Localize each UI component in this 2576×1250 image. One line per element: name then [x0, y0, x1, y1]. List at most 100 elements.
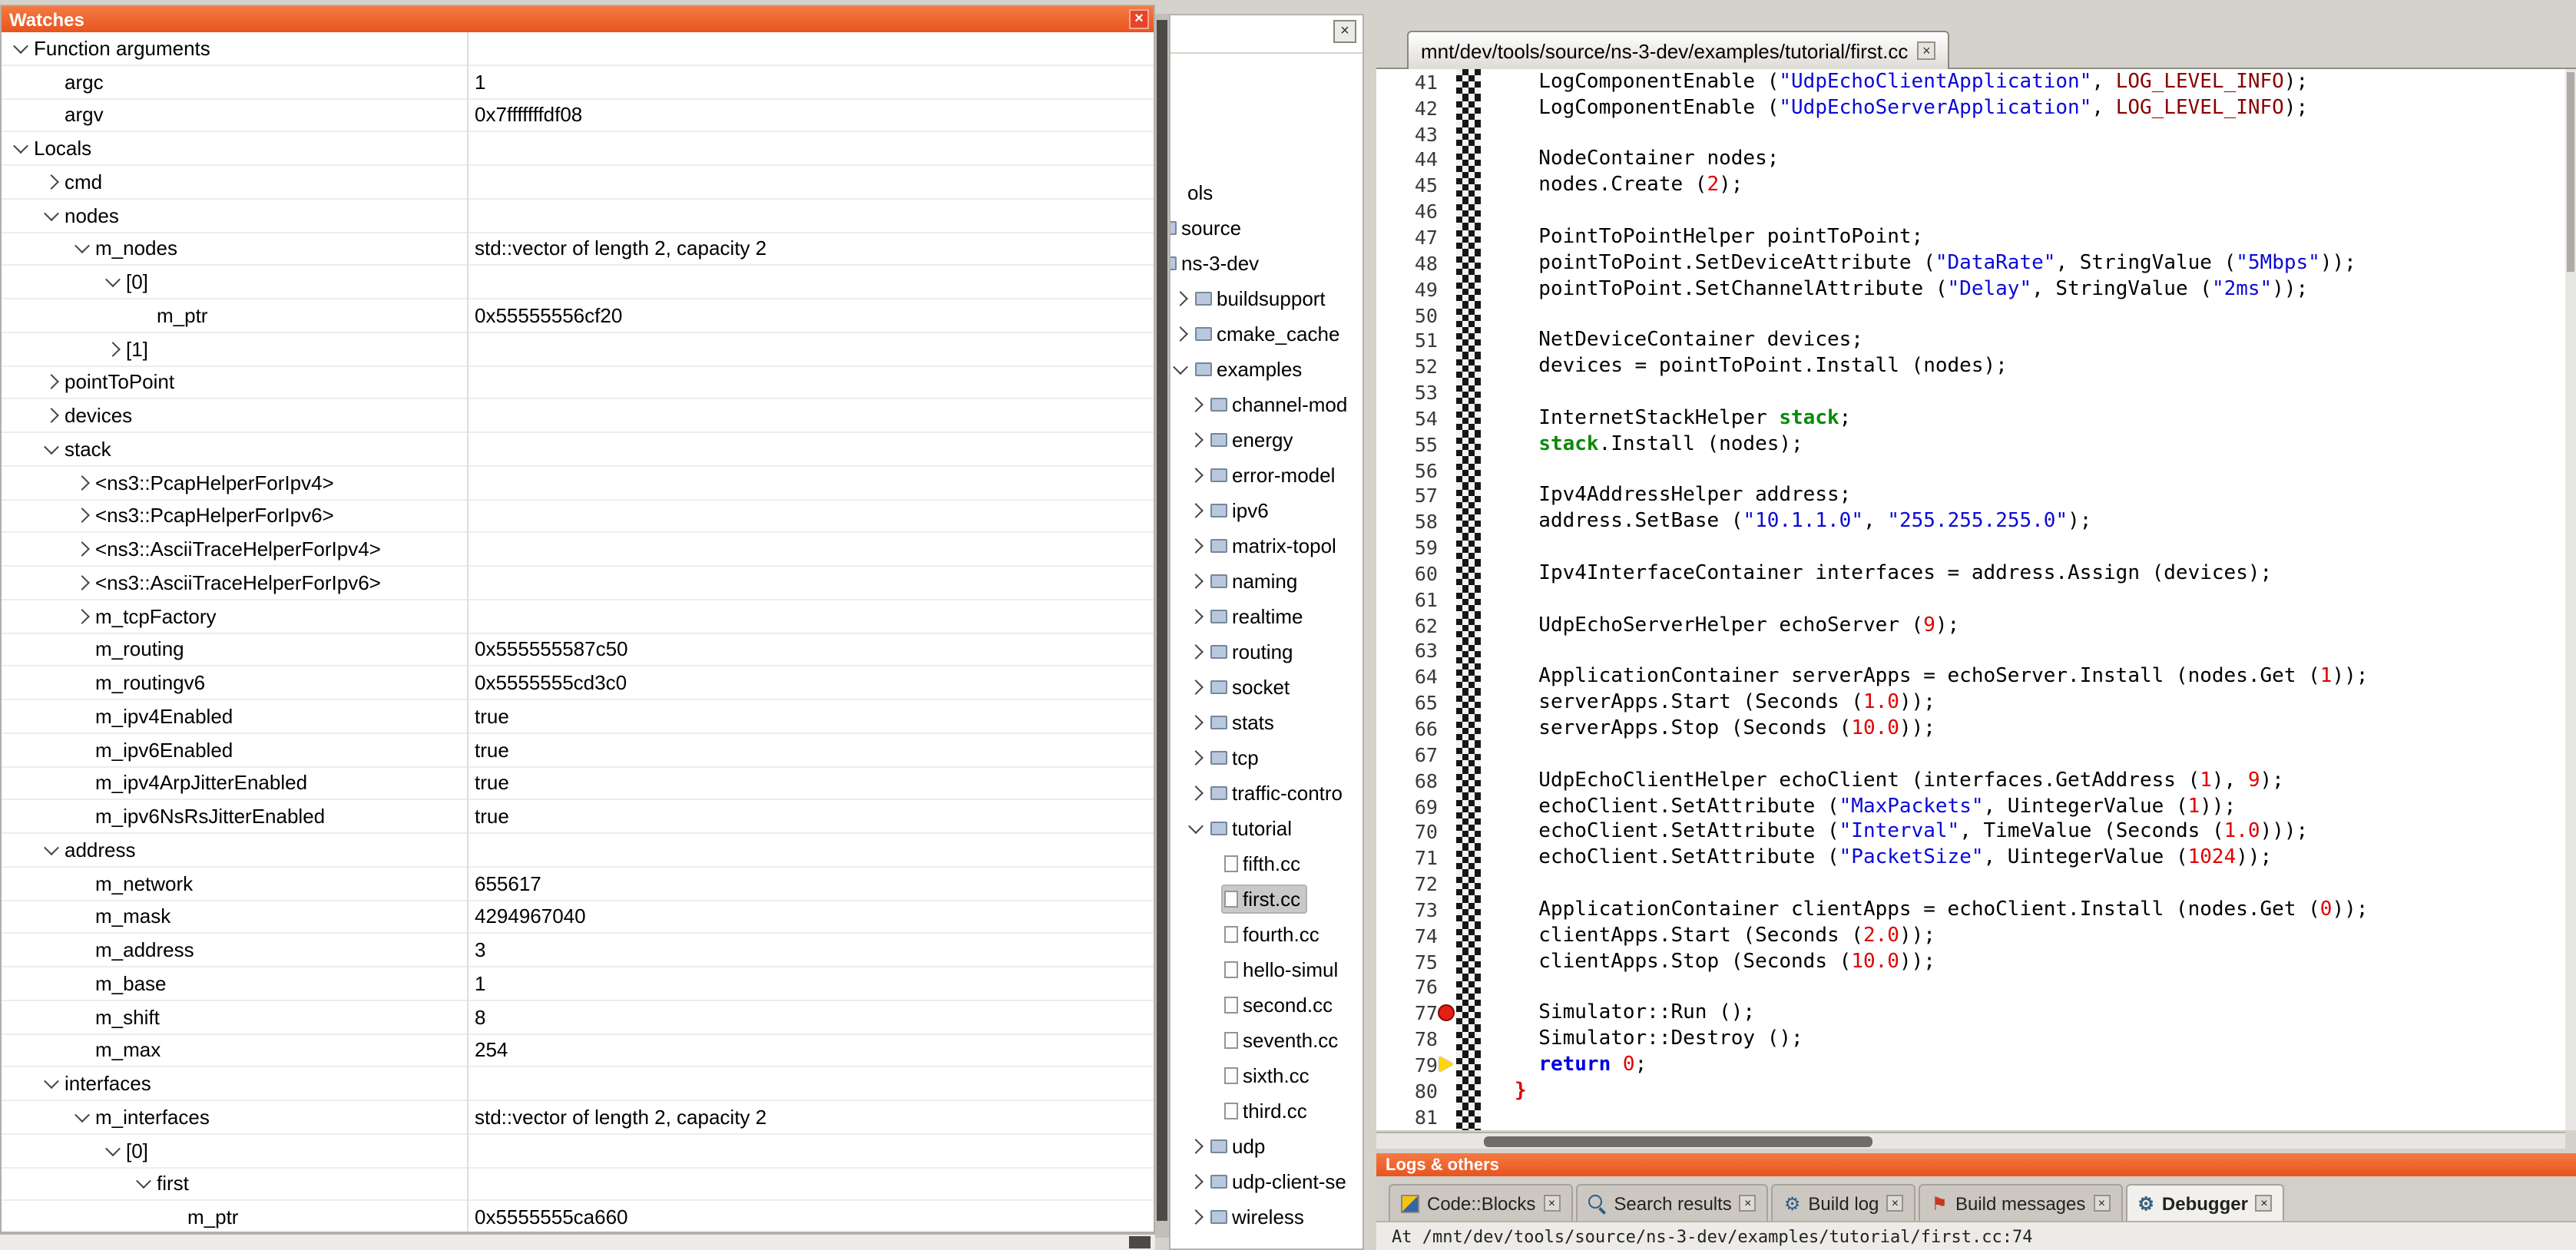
breakpoint-margin[interactable]	[1456, 1104, 1481, 1130]
code-text[interactable]: serverApps.Start (Seconds (1.0));	[1481, 691, 1935, 714]
expander-icon[interactable]	[72, 544, 91, 554]
expander-icon[interactable]	[41, 1078, 60, 1089]
watch-row[interactable]: m_tcpFactory	[2, 600, 1154, 634]
expander-icon[interactable]	[41, 177, 60, 187]
tree-item[interactable]: energy	[1170, 422, 1362, 458]
expander-icon[interactable]	[41, 377, 60, 388]
expander-icon[interactable]	[72, 243, 91, 254]
watch-row[interactable]: m_ptr0x55555556cf20	[2, 299, 1154, 333]
expander-icon[interactable]	[1186, 682, 1204, 693]
code-text[interactable]: serverApps.Stop (Seconds (10.0));	[1481, 717, 1935, 740]
breakpoint-margin[interactable]	[1456, 1000, 1481, 1027]
breakpoint-margin[interactable]	[1456, 509, 1481, 535]
breakpoint-margin[interactable]	[1456, 871, 1481, 897]
tree-item[interactable]: socket	[1170, 670, 1362, 705]
breakpoint-margin[interactable]	[1456, 354, 1481, 380]
code-text[interactable]: return 0;	[1481, 1053, 1647, 1076]
watch-row[interactable]: address	[2, 834, 1154, 868]
breakpoint-margin[interactable]	[1456, 95, 1481, 121]
watch-row[interactable]: m_ptr0x5555555ca660	[2, 1202, 1154, 1232]
code-text[interactable]: Ipv4AddressHelper address;	[1481, 484, 1851, 508]
code-text[interactable]: echoClient.SetAttribute ("PacketSize", U…	[1481, 846, 2272, 869]
expander-icon[interactable]	[41, 444, 60, 455]
watch-row[interactable]: m_max254	[2, 1034, 1154, 1068]
watch-row[interactable]: Function arguments	[2, 32, 1154, 66]
breakpoint-margin[interactable]	[1456, 793, 1481, 819]
expander-icon[interactable]	[11, 43, 29, 54]
expander-icon[interactable]	[72, 577, 91, 588]
expander-icon[interactable]	[11, 143, 29, 154]
tree-item[interactable]: traffic-contro	[1170, 775, 1362, 811]
breakpoint-margin[interactable]	[1456, 483, 1481, 509]
tree-item[interactable]: tutorial	[1170, 811, 1362, 846]
code-text[interactable]: pointToPoint.SetDeviceAttribute ("DataRa…	[1481, 252, 2356, 275]
watch-row[interactable]: m_ipv6Enabledtrue	[2, 734, 1154, 768]
code-text[interactable]: echoClient.SetAttribute ("Interval", Tim…	[1481, 821, 2308, 844]
expander-icon[interactable]	[72, 1112, 91, 1123]
close-icon[interactable]: ×	[1543, 1195, 1560, 1212]
code-text[interactable]: UdpEchoClientHelper echoClient (interfac…	[1481, 769, 2284, 792]
breakpoint-margin[interactable]	[1456, 147, 1481, 173]
code-text[interactable]: clientApps.Stop (Seconds (10.0));	[1481, 950, 1935, 973]
code-text[interactable]: stack.Install (nodes);	[1481, 432, 1803, 455]
tree-item[interactable]: routing	[1170, 634, 1362, 670]
logs-tab-build-log[interactable]: ⚙Build log×	[1772, 1184, 1916, 1221]
watch-row[interactable]: [0]	[2, 1135, 1154, 1169]
tree-item[interactable]: error-model	[1170, 458, 1362, 493]
watch-row[interactable]: pointToPoint	[2, 366, 1154, 400]
code-text[interactable]: LogComponentEnable ("UdpEchoServerApplic…	[1481, 97, 2308, 120]
expander-icon[interactable]	[1186, 1141, 1204, 1152]
expander-icon[interactable]	[72, 610, 91, 621]
watch-row[interactable]: [1]	[2, 333, 1154, 367]
tree-item[interactable]: ns-3-dev	[1170, 246, 1362, 281]
watch-row[interactable]: <ns3::AsciiTraceHelperForIpv4>	[2, 534, 1154, 567]
breakpoint-margin[interactable]	[1456, 690, 1481, 716]
code-text[interactable]: }	[1481, 1080, 1527, 1103]
watches-titlebar[interactable]: Watches ×	[2, 6, 1154, 32]
tree-item[interactable]: third.cc	[1170, 1093, 1362, 1129]
tree-item[interactable]: ols	[1170, 175, 1362, 210]
watch-row[interactable]: argc1	[2, 66, 1154, 100]
expander-icon[interactable]	[1186, 717, 1204, 728]
breakpoint-margin[interactable]	[1456, 664, 1481, 690]
code-text[interactable]: devices = pointToPoint.Install (nodes);	[1481, 355, 2008, 378]
breakpoint-margin[interactable]	[1456, 405, 1481, 432]
expander-icon[interactable]	[1170, 329, 1189, 339]
watch-row[interactable]: stack	[2, 433, 1154, 467]
expander-icon[interactable]	[103, 1145, 121, 1156]
code-text[interactable]: UdpEchoServerHelper echoServer (9);	[1481, 613, 1959, 637]
watch-row[interactable]: m_base1	[2, 967, 1154, 1001]
breakpoint-margin[interactable]	[1456, 612, 1481, 638]
editor-area[interactable]: 41 LogComponentEnable ("UdpEchoClientApp…	[1376, 69, 2565, 1130]
expander-icon[interactable]	[134, 1179, 152, 1189]
tree-item[interactable]: hello-simul	[1170, 952, 1362, 987]
expander-icon[interactable]	[1186, 823, 1204, 834]
logs-titlebar[interactable]: Logs & others	[1376, 1153, 2576, 1176]
expander-icon[interactable]	[1186, 1176, 1204, 1187]
watch-row[interactable]: m_ipv4Enabledtrue	[2, 700, 1154, 734]
expander-icon[interactable]	[1186, 399, 1204, 410]
tree-item[interactable]: tcp	[1170, 740, 1362, 775]
watch-row[interactable]: m_nodesstd::vector of length 2, capacity…	[2, 233, 1154, 266]
tree-item[interactable]: ipv6	[1170, 493, 1362, 528]
expander-icon[interactable]	[1186, 576, 1204, 587]
breakpoint-margin[interactable]	[1456, 768, 1481, 794]
logs-tab-code-blocks[interactable]: Code::Blocks×	[1389, 1184, 1572, 1221]
tree-item[interactable]: wireless	[1170, 1199, 1362, 1235]
expander-icon[interactable]	[1186, 505, 1204, 516]
logs-tab-debugger[interactable]: ⚙Debugger×	[2125, 1184, 2285, 1221]
breakpoint-margin[interactable]	[1456, 69, 1481, 95]
watch-row[interactable]: m_routing0x555555587c50	[2, 633, 1154, 667]
code-text[interactable]: NodeContainer nodes;	[1481, 148, 1779, 171]
tree-item[interactable]: channel-mod	[1170, 387, 1362, 422]
scrollbar-thumb[interactable]	[1484, 1136, 1872, 1147]
expander-icon[interactable]	[1186, 752, 1204, 763]
breakpoint-margin[interactable]	[1456, 250, 1481, 276]
tree-item[interactable]: realtime	[1170, 599, 1362, 634]
breakpoint-margin[interactable]	[1456, 379, 1481, 405]
expander-icon[interactable]	[72, 511, 91, 521]
watch-row[interactable]: m_shift8	[2, 1001, 1154, 1035]
breakpoint-margin[interactable]	[1456, 224, 1481, 250]
expander-icon[interactable]	[1170, 293, 1189, 304]
breakpoint-margin[interactable]	[1456, 561, 1481, 587]
